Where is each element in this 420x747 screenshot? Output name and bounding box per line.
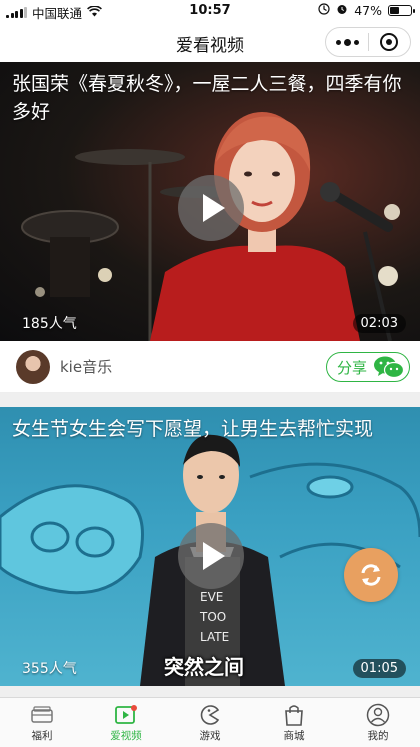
video-duration: 02:03 — [352, 314, 406, 333]
more-menu-button[interactable] — [326, 28, 368, 56]
tab-welfare[interactable]: 福利 — [0, 698, 84, 747]
shopping-bag-icon — [281, 703, 307, 727]
battery-icon — [388, 5, 415, 16]
tab-shop[interactable]: 商城 — [252, 698, 336, 747]
bottom-tab-bar: 福利 爱视频 游戏 商城 我的 — [0, 697, 420, 747]
play-icon — [203, 542, 225, 570]
app-screen: 中国联通 10:57 47% 爱看视频 张国荣《春夏秋冬》，一屋二人三餐，四季有… — [0, 0, 420, 747]
close-mini-program-button[interactable] — [369, 28, 410, 56]
tab-label: 福利 — [31, 730, 53, 742]
tab-love-video[interactable]: 爱视频 — [84, 698, 168, 747]
view-count: 185人气 — [22, 316, 77, 332]
video-thumbnail[interactable]: EVE TOO LATE 女生节女生会写下愿望，让男生去帮忙实现 突然之间 35… — [0, 407, 420, 686]
dot-icon — [335, 39, 341, 45]
play-button[interactable] — [178, 175, 244, 241]
play-button[interactable] — [178, 523, 244, 589]
author-avatar[interactable] — [16, 350, 50, 384]
svg-text:TOO: TOO — [199, 610, 226, 624]
video-meta-bar: kie音乐 分享 — [0, 341, 420, 393]
tab-profile[interactable]: 我的 — [336, 698, 420, 747]
video-card[interactable]: EVE TOO LATE 女生节女生会写下愿望，让男生去帮忙实现 突然之间 35… — [0, 407, 420, 686]
game-pacman-icon — [197, 703, 223, 727]
nav-bar: 爱看视频 — [0, 22, 420, 62]
dot-icon — [343, 38, 351, 46]
play-icon — [203, 194, 225, 222]
refresh-icon — [361, 564, 381, 586]
author-name[interactable]: kie音乐 — [60, 356, 112, 377]
location-icon — [318, 3, 330, 18]
refresh-button[interactable] — [344, 548, 398, 602]
mini-program-capsule — [325, 27, 411, 57]
svg-text:EVE: EVE — [200, 590, 223, 604]
battery-percent: 47% — [354, 3, 382, 18]
alarm-icon — [336, 3, 348, 18]
video-card[interactable]: 张国荣《春夏秋冬》，一屋二人三餐，四季有你多好 185人气 02:03 kie音… — [0, 62, 420, 393]
video-duration: 01:05 — [352, 659, 406, 678]
video-caption: 突然之间 — [164, 655, 244, 679]
tab-label: 我的 — [367, 730, 389, 742]
tab-games[interactable]: 游戏 — [168, 698, 252, 747]
share-button[interactable]: 分享 — [326, 352, 410, 382]
status-right: 47% — [318, 3, 415, 18]
video-thumbnail[interactable]: 张国荣《春夏秋冬》，一屋二人三餐，四季有你多好 185人气 02:03 — [0, 62, 420, 341]
gift-card-icon — [29, 703, 55, 727]
dot-icon — [353, 39, 359, 45]
target-close-icon — [380, 33, 399, 51]
view-count: 355人气 — [22, 661, 77, 677]
tab-label: 商城 — [283, 730, 305, 742]
video-title: 女生节女生会写下愿望，让男生去帮忙实现 — [12, 418, 374, 440]
share-label: 分享 — [337, 358, 368, 377]
svg-text:LATE: LATE — [200, 630, 229, 644]
wechat-icon — [373, 355, 405, 379]
tab-label: 爱视频 — [110, 730, 142, 742]
status-bar: 中国联通 10:57 47% — [0, 0, 420, 22]
video-title: 张国荣《春夏秋冬》，一屋二人三餐，四季有你多好 — [12, 73, 402, 123]
user-profile-icon — [365, 703, 391, 727]
tab-label: 游戏 — [199, 730, 221, 742]
video-play-icon — [113, 703, 139, 727]
